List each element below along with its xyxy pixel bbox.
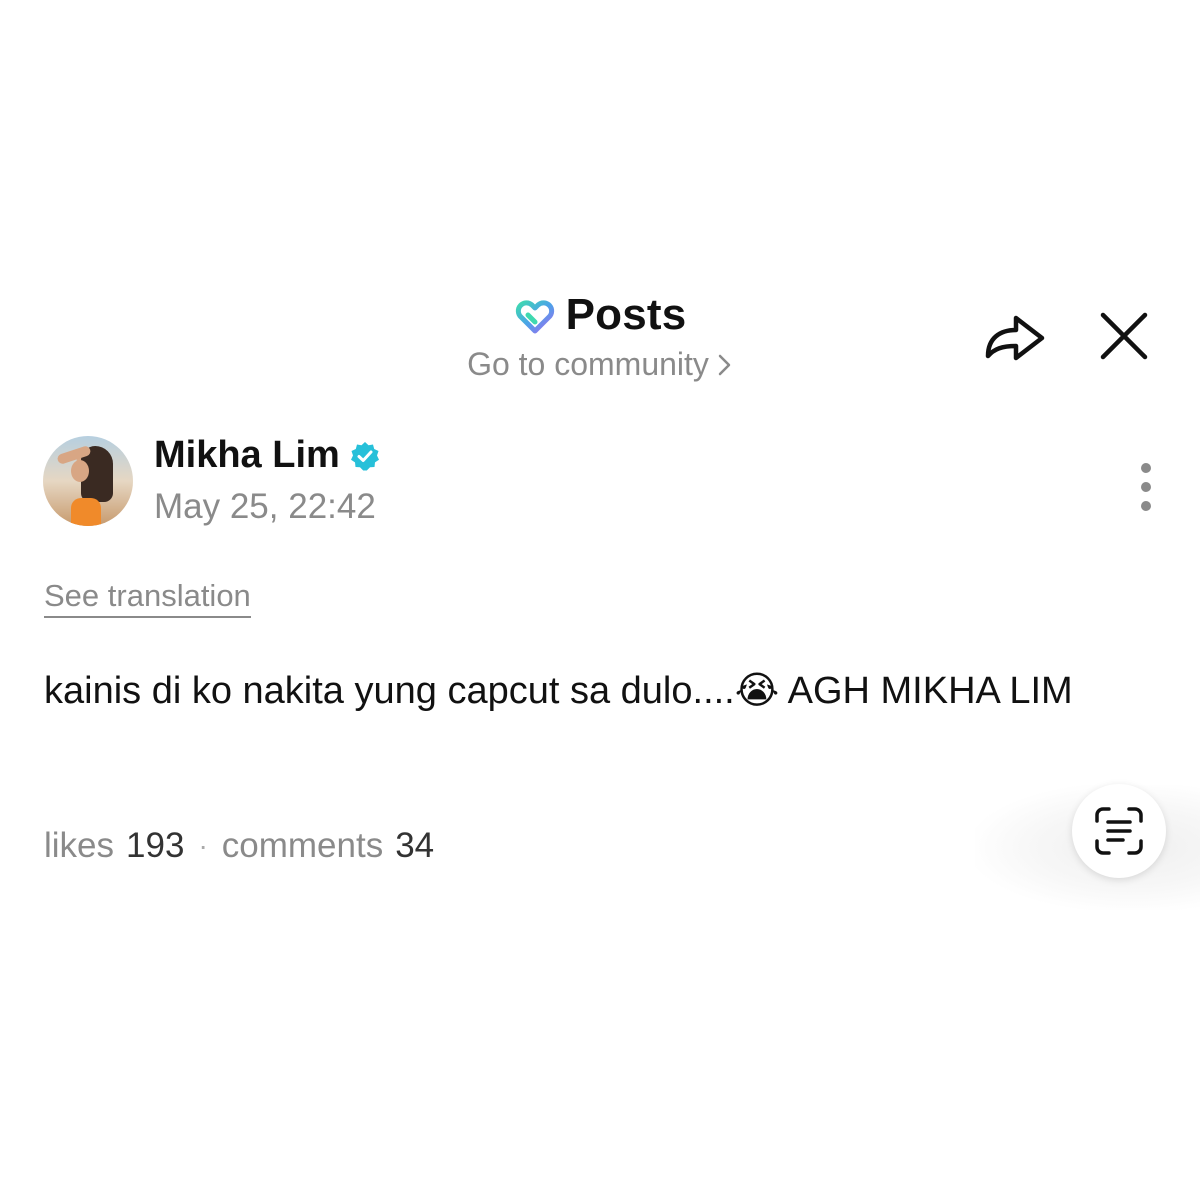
- see-translation-link[interactable]: See translation: [44, 578, 251, 618]
- loudly-crying-emoji: 😭: [734, 668, 780, 712]
- post-stats: likes 193 · comments 34: [44, 826, 434, 866]
- page-title: Posts: [565, 290, 687, 339]
- comments-count: 34: [395, 826, 435, 865]
- comments-label: comments: [221, 826, 384, 865]
- close-icon[interactable]: [1098, 310, 1150, 362]
- author-name[interactable]: Mikha Lim: [154, 434, 380, 477]
- scan-text-icon: [1095, 807, 1143, 855]
- share-arrow-icon[interactable]: [982, 306, 1048, 366]
- stats-separator: ·: [198, 830, 208, 861]
- chevron-right-icon: [718, 354, 731, 375]
- author-name-label: Mikha Lim: [154, 434, 340, 476]
- scan-text-button[interactable]: [1072, 784, 1166, 878]
- post-text: kainis di ko nakita yung capcut sa dulo.…: [44, 670, 735, 712]
- more-options-icon[interactable]: [1134, 462, 1158, 516]
- weverse-heart-logo-icon: [515, 300, 554, 334]
- post-body: kainis di ko nakita yung capcut sa dulo.…: [44, 662, 1154, 719]
- post-text-after-emoji: AGH MIKHA LIM: [779, 670, 1073, 712]
- likes-count: 193: [126, 826, 185, 865]
- likes-label: likes: [44, 826, 115, 865]
- post-timestamp: May 25, 22:42: [154, 487, 376, 526]
- community-link-label: Go to community: [467, 346, 709, 382]
- verified-badge-icon: [350, 441, 379, 470]
- avatar[interactable]: [43, 436, 133, 526]
